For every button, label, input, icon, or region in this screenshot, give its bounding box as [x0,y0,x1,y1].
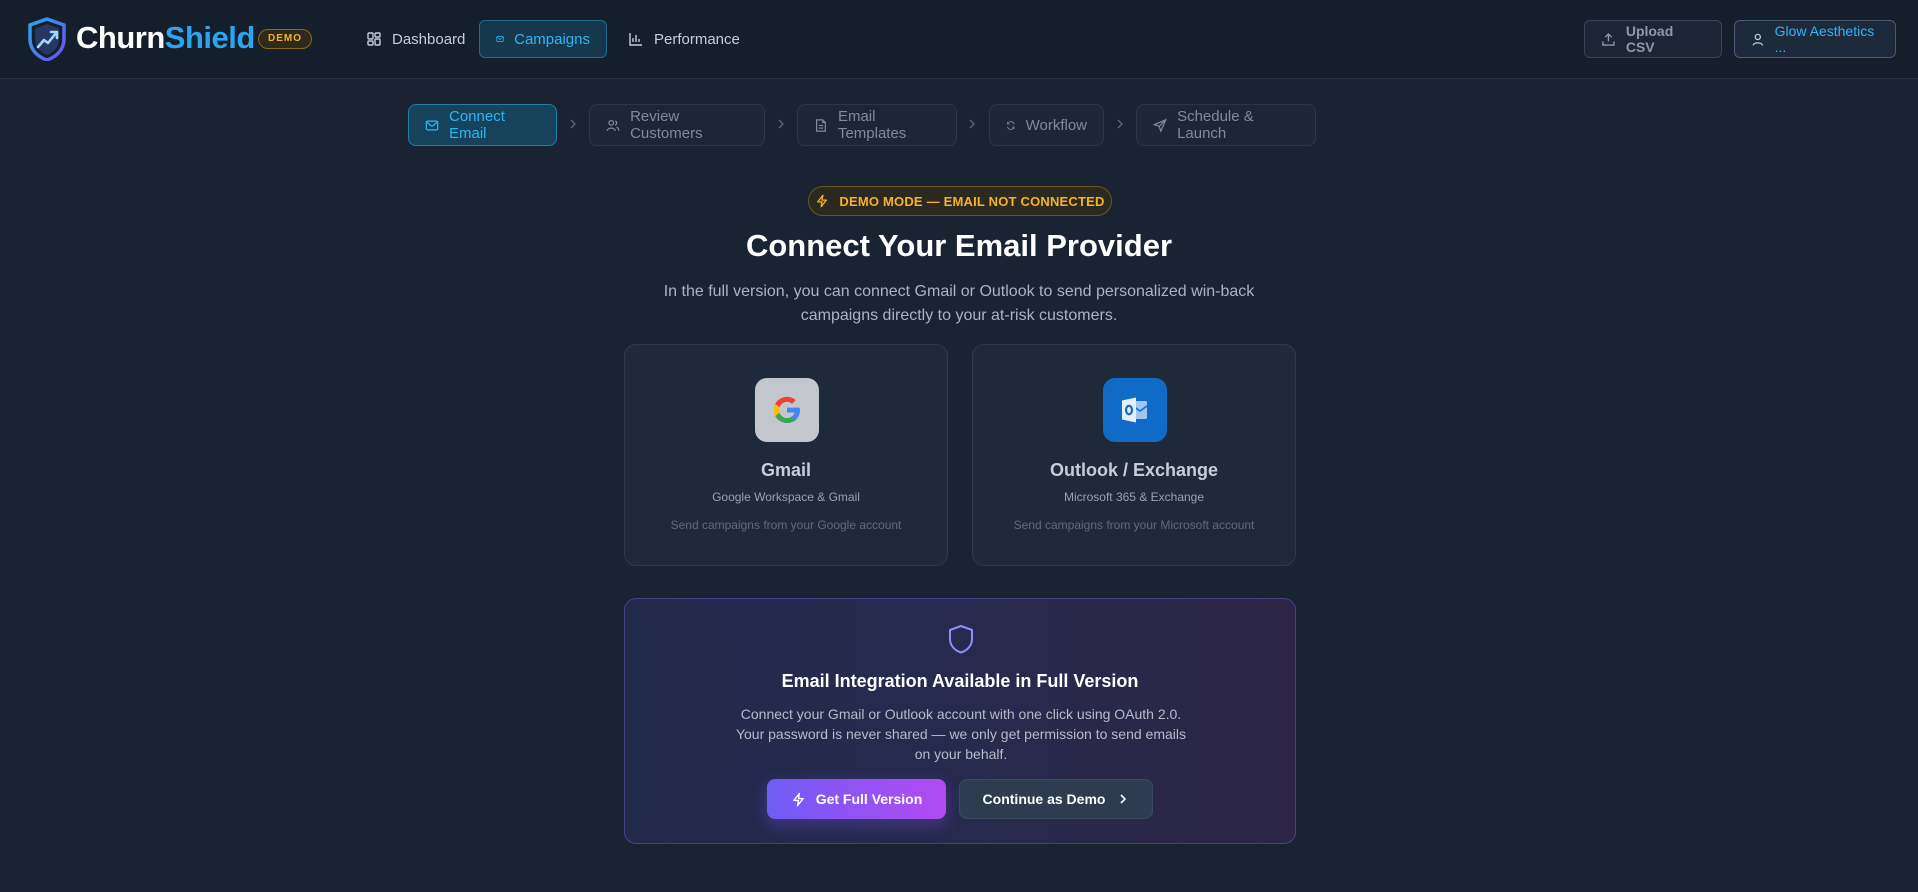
grid-icon [367,32,381,46]
provider-subtitle: Microsoft 365 & Exchange [1063,490,1205,504]
provider-name: Gmail [760,460,812,480]
page-subtitle: In the full version, you can connect Gma… [663,283,1255,324]
get-full-version-button[interactable]: Get Full Version [767,779,946,819]
provider-name: Outlook / Exchange [1049,460,1219,480]
outlook-logo [1103,378,1167,442]
refresh-icon [1007,120,1015,130]
provider-subtitle: Google Workspace & Gmail [712,490,860,504]
user-icon [1752,33,1764,46]
account-label: Glow Aesthetics ... [1774,23,1875,55]
nav-label-campaigns: Campaigns [514,30,590,48]
google-icon [773,396,800,423]
upload-csv-button[interactable]: Upload CSV [1584,20,1722,58]
demo-mode-banner: DEMO MODE — EMAIL NOT CONNECTED [808,186,1112,216]
chevron-right-icon [1117,119,1123,129]
send-icon [1153,118,1167,133]
chevron-right-icon [778,119,784,129]
outlook-provider-card[interactable]: Outlook / Exchange Microsoft 365 & Excha… [972,344,1296,566]
nav-label-dashboard: Dashboard [392,30,466,48]
step-review-customers[interactable]: Review Customers [589,104,765,146]
mail-icon [496,36,504,42]
brand-part-shield: Shield [164,20,256,55]
nav-item-campaigns[interactable]: Campaigns [479,20,607,58]
lightning-icon [792,792,804,806]
step-connect-email[interactable]: Connect Email [408,104,557,146]
bar-chart-icon [629,33,642,46]
nav-item-dashboard[interactable]: Dashboard [350,20,481,58]
chevron-right-icon [969,119,975,129]
demo-badge: DEMO [258,29,312,49]
demo-mode-text: DEMO MODE — EMAIL NOT CONNECTED [839,193,1105,209]
step-schedule-launch[interactable]: Schedule & Launch [1136,104,1316,146]
account-button[interactable]: Glow Aesthetics ... [1734,20,1896,58]
app-brand-name[interactable]: ChurnShield [76,18,255,58]
brand-part-churn: Churn [76,20,165,55]
google-logo [755,378,819,442]
continue-as-demo-button[interactable]: Continue as Demo [959,779,1153,819]
outlook-icon [1122,397,1148,423]
step-workflow[interactable]: Workflow [989,104,1104,146]
lightning-icon [817,194,828,208]
provider-description: Send campaigns from your Microsoft accou… [1013,518,1255,532]
mail-icon [425,120,439,130]
top-navigation-bar: ChurnShield DEMO Dashboard Campaigns Per… [0,0,1918,79]
step-label: Connect Email [449,108,505,142]
gmail-provider-card[interactable]: Gmail Google Workspace & Gmail Send camp… [624,344,948,566]
page-title: Connect Your Email Provider [745,228,1173,263]
step-label: Schedule & Launch [1177,108,1254,142]
step-label: Email Templates [837,108,907,142]
chevron-right-icon [570,119,576,129]
document-icon [816,118,826,132]
continue-as-demo-label: Continue as Demo [982,791,1106,807]
chevron-right-icon [1120,794,1127,804]
upload-icon [1602,32,1615,46]
provider-description: Send campaigns from your Google account [670,518,902,532]
integration-title: Email Integration Available in Full Vers… [781,671,1139,691]
shield-logo-icon[interactable] [27,17,67,61]
nav-item-performance[interactable]: Performance [612,20,756,58]
get-full-version-label: Get Full Version [815,791,923,807]
nav-label-performance: Performance [654,30,740,48]
shield-icon [949,625,973,654]
integration-info-panel: Email Integration Available in Full Vers… [624,598,1296,844]
step-email-templates[interactable]: Email Templates [797,104,957,146]
integration-description: Connect your Gmail or Outlook account wi… [735,706,1187,762]
upload-csv-label: Upload CSV [1625,23,1674,55]
users-icon [606,119,620,131]
step-label: Review Customers [630,108,703,142]
step-label: Workflow [1025,116,1087,134]
